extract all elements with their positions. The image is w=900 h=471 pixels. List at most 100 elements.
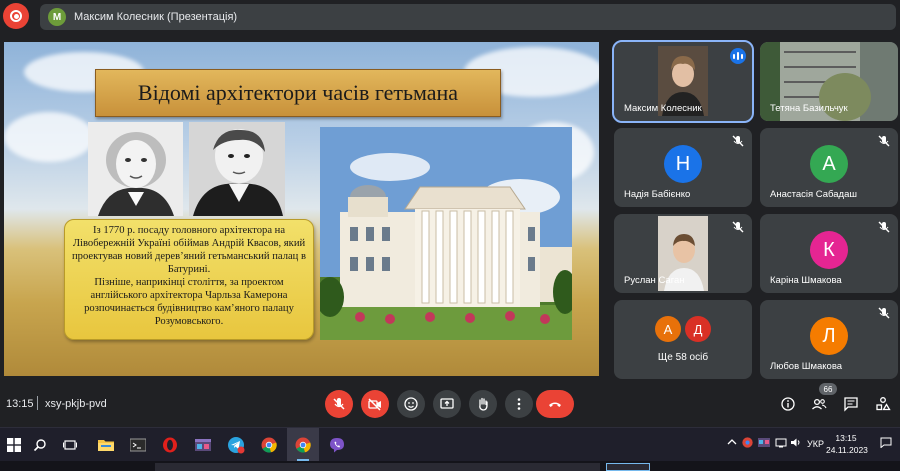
participant-name: Руслан Саган — [624, 275, 685, 286]
participant-avatar: А — [655, 316, 681, 342]
taskbar-clock[interactable]: 13:15 24.11.2023 — [826, 432, 868, 456]
participant-name: Максим Колесник — [624, 103, 702, 114]
windows-taskbar: УКР 13:15 24.11.2023 — [0, 427, 900, 462]
participant-name: Анастасія Сабадаш — [770, 189, 857, 200]
participant-avatar: Л — [810, 317, 848, 356]
activities-button[interactable] — [873, 394, 893, 414]
opera-button[interactable] — [160, 435, 180, 455]
telegram-button[interactable] — [226, 435, 246, 455]
people-button[interactable] — [809, 394, 829, 414]
slide-title-box: Відомі архітектори часів гетьмана — [95, 69, 501, 117]
divider — [37, 396, 38, 410]
participant-tile[interactable]: Максим Колесник — [612, 40, 754, 123]
task-view-icon — [63, 440, 77, 450]
participant-tile[interactable]: Л Любов Шмакова — [760, 300, 898, 379]
participant-name: Любов Шмакова — [770, 361, 843, 372]
volume-icon[interactable] — [790, 437, 802, 450]
tray-overflow-icon[interactable] — [727, 437, 737, 449]
leave-call-button[interactable] — [536, 390, 574, 418]
raise-hand-button[interactable] — [469, 390, 497, 418]
top-bar: М Максим Колесник (Презентація) — [0, 0, 900, 34]
more-options-button[interactable] — [505, 390, 533, 418]
palace-image — [320, 127, 572, 340]
windows-logo-icon — [7, 438, 21, 452]
notifications-icon[interactable] — [880, 437, 892, 450]
portrait-image — [88, 122, 183, 216]
meet-window: М Максим Колесник (Презентація) Відомі а… — [0, 0, 900, 471]
viber-button[interactable] — [327, 435, 347, 455]
camera-toggle-button[interactable] — [361, 390, 389, 418]
app-tray-icon[interactable] — [758, 437, 770, 450]
presenter-avatar: М — [48, 8, 66, 26]
network-icon[interactable] — [775, 437, 787, 450]
participant-name: Тетяна Базильчук — [770, 103, 848, 114]
strip-segment — [155, 463, 600, 471]
meeting-time: 13:15 — [6, 398, 34, 410]
more-participants-label: Ще 58 осіб — [657, 352, 709, 363]
more-participants-tile[interactable]: А Д Ще 58 осіб — [614, 300, 752, 379]
participant-avatar: Д — [685, 316, 711, 342]
app-window-button[interactable] — [193, 435, 213, 455]
portrait-image — [189, 122, 285, 216]
participant-avatar: А — [810, 145, 848, 184]
recording-button[interactable] — [3, 3, 29, 29]
slide-title: Відомі архітектори часів гетьмана — [137, 80, 459, 105]
more-vert-icon — [517, 398, 521, 410]
camera-off-icon — [368, 398, 381, 411]
participant-tile[interactable]: Н Надія Бабієнко — [614, 128, 752, 207]
file-explorer-button[interactable] — [96, 435, 116, 455]
mic-off-icon — [732, 135, 744, 147]
slide-paragraph: Із 1770 р. посаду головного архітектора … — [71, 225, 307, 275]
start-button[interactable] — [4, 435, 24, 455]
chrome-active-button[interactable] — [293, 435, 313, 461]
chat-button[interactable] — [841, 394, 861, 414]
chrome-button[interactable] — [259, 435, 279, 455]
participant-tile[interactable]: Тетяна Базильчук — [760, 42, 898, 121]
participant-tile[interactable]: К Каріна Шмакова — [760, 214, 898, 293]
participant-tile[interactable]: Руслан Саган — [614, 214, 752, 293]
viber-icon — [330, 438, 344, 453]
meeting-controls-bar: 13:15 xsy-pkjb-pvd 66 — [0, 383, 900, 423]
meeting-info-button[interactable] — [778, 394, 798, 414]
search-icon — [33, 439, 46, 452]
opera-icon — [163, 437, 177, 453]
participant-name: Каріна Шмакова — [770, 275, 842, 286]
search-button[interactable] — [30, 435, 50, 455]
emoji-icon — [404, 397, 418, 411]
hand-icon — [479, 397, 488, 411]
others-avatars: А Д — [653, 316, 713, 342]
strip-segment — [606, 463, 650, 471]
present-button[interactable] — [433, 390, 461, 418]
language-indicator[interactable]: УКР — [807, 439, 824, 449]
info-icon — [781, 397, 795, 411]
terminal-icon — [130, 438, 146, 452]
speaking-indicator-icon — [730, 48, 746, 64]
clock-date: 24.11.2023 — [826, 445, 868, 455]
mic-toggle-button[interactable] — [325, 390, 353, 418]
participant-tile[interactable]: А Анастасія Сабадаш — [760, 128, 898, 207]
mic-off-icon — [878, 307, 890, 319]
mic-off-icon — [878, 221, 890, 233]
chrome-icon — [295, 437, 311, 453]
chat-icon — [844, 397, 858, 412]
terminal-button[interactable] — [128, 435, 148, 455]
mic-off-icon — [732, 221, 744, 233]
telegram-icon — [228, 437, 245, 454]
bottom-strip — [0, 461, 900, 471]
record-icon — [10, 10, 22, 22]
cloud-shape — [4, 112, 94, 162]
task-view-button[interactable] — [60, 435, 80, 455]
chrome-tray-icon[interactable] — [742, 437, 753, 450]
mic-off-icon — [878, 135, 890, 147]
chrome-icon — [261, 437, 277, 453]
participant-avatar: К — [810, 231, 848, 270]
presentation-chip[interactable]: М Максим Колесник (Презентація) — [40, 4, 896, 30]
slide-paragraph: Пізніше, наприкінці століття, за проекто… — [84, 277, 294, 327]
clock-time: 13:15 — [835, 433, 857, 443]
presenter-label: Максим Колесник (Презентація) — [74, 11, 238, 23]
presentation-slide: Відомі архітектори часів гетьмана Із 177… — [4, 42, 599, 376]
activities-icon — [876, 397, 891, 411]
participant-name: Надія Бабієнко — [624, 189, 691, 200]
reactions-button[interactable] — [397, 390, 425, 418]
people-icon — [812, 398, 827, 410]
